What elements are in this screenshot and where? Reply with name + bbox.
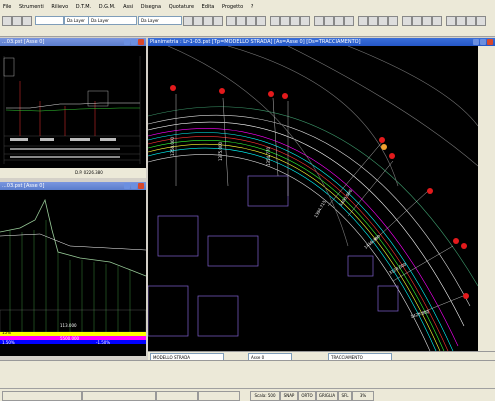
plan-title: Planimetria : Lr-1-03.pst [Tp=MODELLO ST… <box>150 39 361 45</box>
menu-assi[interactable]: Assi <box>120 0 136 14</box>
tool-icon[interactable] <box>476 16 486 26</box>
plan-canvas[interactable]: 1350.000 1375.000 1354.770 1394.715 1400… <box>148 46 478 351</box>
lineweight-select[interactable]: Da Layer <box>138 16 182 25</box>
tool-icon[interactable] <box>280 16 290 26</box>
tool-icon[interactable] <box>378 16 388 26</box>
tool-icon[interactable] <box>334 16 344 26</box>
band-grade-right: 1.50% <box>2 340 15 345</box>
profile-canvas[interactable] <box>0 46 146 168</box>
menu-rilievo[interactable]: Rilievo <box>48 0 71 14</box>
minimize-icon[interactable] <box>124 183 130 189</box>
profile-ruler: D.P. 0226.380 <box>75 170 103 175</box>
zoom-icon[interactable] <box>203 16 213 26</box>
pan-icon[interactable] <box>213 16 223 26</box>
profile-title: ...03.pst [Asse 0] <box>2 39 45 45</box>
open-icon[interactable] <box>12 16 22 26</box>
tool-icon[interactable] <box>456 16 466 26</box>
menu-bar: File Strumenti Rilievo D.T.M. D.G.M. Ass… <box>0 0 495 15</box>
tool-icon[interactable] <box>446 16 456 26</box>
section-titlebar: ...03.pst [Asse 0] <box>0 182 146 190</box>
close-icon[interactable] <box>138 39 144 45</box>
plan-window: Planimetria : Lr-1-03.pst [Tp=MODELLO ST… <box>148 38 495 362</box>
menu-edita[interactable]: Edita <box>199 0 218 14</box>
tool-icon[interactable] <box>314 16 324 26</box>
section-title: ...03.pst [Asse 0] <box>2 183 45 189</box>
minimize-icon[interactable] <box>124 39 130 45</box>
maximize-icon[interactable] <box>480 39 486 45</box>
maximize-icon[interactable] <box>131 183 137 189</box>
tool-icon[interactable] <box>344 16 354 26</box>
menu-progetto[interactable]: Progetto <box>219 0 246 14</box>
tool-icon[interactable] <box>422 16 432 26</box>
plan-titlebar: Planimetria : Lr-1-03.pst [Tp=MODELLO ST… <box>148 38 495 46</box>
tool-icon[interactable] <box>270 16 280 26</box>
linetype-select-2[interactable]: Da Layer <box>88 16 137 25</box>
menu-dgm[interactable]: D.G.M. <box>96 0 119 14</box>
tool-icon[interactable] <box>324 16 334 26</box>
band-value: 113.000 <box>60 323 77 328</box>
band-distance: 5500.000 <box>60 336 80 341</box>
new-icon[interactable] <box>2 16 12 26</box>
menu-quotature[interactable]: Quotature <box>166 0 197 14</box>
menu-disegna[interactable]: Disegna <box>138 0 164 14</box>
toolbar: Da Layer Da Layer Da Layer <box>0 14 495 37</box>
redo-icon[interactable] <box>193 16 203 26</box>
tool-icon[interactable] <box>368 16 378 26</box>
tool-icon[interactable] <box>246 16 256 26</box>
tool-icon[interactable] <box>412 16 422 26</box>
tool-icon[interactable] <box>300 16 310 26</box>
tool-icon[interactable] <box>402 16 412 26</box>
close-icon[interactable] <box>138 183 144 189</box>
close-icon[interactable] <box>487 39 493 45</box>
station-label: 1375.000 <box>218 141 223 161</box>
minimize-icon[interactable] <box>473 39 479 45</box>
menu-strumenti[interactable]: Strumenti <box>16 0 47 14</box>
profile-titlebar: ...03.pst [Asse 0] <box>0 38 146 46</box>
menu-help[interactable]: ? <box>248 0 257 14</box>
tool-icon[interactable] <box>358 16 368 26</box>
section-window: ...03.pst [Asse 0] 15% 113.000 5500.000 … <box>0 182 146 356</box>
status-bar: Scala: 500 SNAP ORTO GRIGLIA SFL 3% <box>0 388 495 401</box>
save-icon[interactable] <box>22 16 32 26</box>
section-canvas[interactable]: 15% 113.000 5500.000 -1.50% 1.50% <box>0 190 146 356</box>
tool-icon[interactable] <box>256 16 266 26</box>
station-label: 1350.000 <box>170 136 175 156</box>
station-label: 1354.770 <box>266 146 271 166</box>
plan-scrollbar[interactable] <box>478 46 495 351</box>
menu-file[interactable]: File <box>0 0 14 14</box>
tool-icon[interactable] <box>466 16 476 26</box>
bottom-toolbar <box>0 360 495 389</box>
undo-icon[interactable] <box>183 16 193 26</box>
tool-icon[interactable] <box>432 16 442 26</box>
tool-icon[interactable] <box>226 16 236 26</box>
tool-icon[interactable] <box>236 16 246 26</box>
profile-window: ...03.pst [Asse 0] D.P. 0226.380 <box>0 38 146 178</box>
layer-select[interactable] <box>35 16 64 25</box>
tool-icon[interactable] <box>388 16 398 26</box>
band-slope: 15% <box>2 330 11 335</box>
maximize-icon[interactable] <box>131 39 137 45</box>
tool-icon[interactable] <box>290 16 300 26</box>
profile-statusbar: D.P. 0226.380 <box>0 168 146 178</box>
menu-dtm[interactable]: D.T.M. <box>73 0 94 14</box>
band-grade-left: -1.50% <box>96 340 111 345</box>
